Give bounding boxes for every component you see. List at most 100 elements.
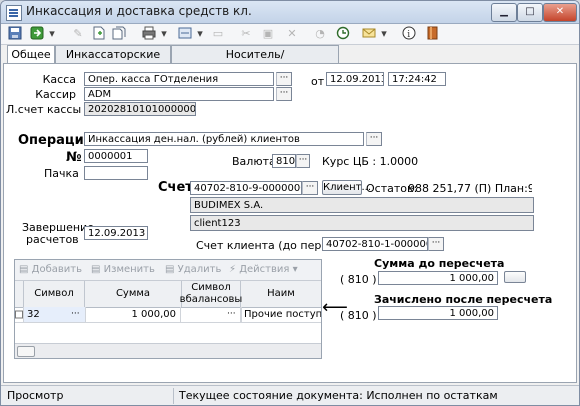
- history-icon[interactable]: [335, 26, 351, 42]
- schet-kassy-label: Л.счет кассы: [6, 103, 82, 116]
- row-symbol2-lookup[interactable]: ···: [227, 307, 242, 322]
- operation-lookup-button[interactable]: ···: [366, 132, 382, 146]
- row-name[interactable]: Прочие поступлен: [241, 307, 321, 322]
- add-icon: ▤: [19, 264, 32, 275]
- grid-header-selector: [15, 281, 24, 307]
- print-icon[interactable]: [141, 26, 157, 42]
- grid-add-button[interactable]: ▤ Добавить: [19, 263, 82, 277]
- forward-icon[interactable]: [29, 26, 45, 42]
- maximize-button[interactable]: □: [517, 3, 543, 22]
- schet-field[interactable]: 40702-810-9-000000000: [190, 181, 302, 195]
- row-symbol-lookup[interactable]: ···: [71, 307, 86, 322]
- save-icon[interactable]: [7, 26, 23, 42]
- tab-general[interactable]: Общее: [7, 45, 55, 64]
- symbols-grid: ▤ Добавить ▤ Изменить ▤ Удалить ⚡ Действ…: [14, 259, 322, 359]
- app-icon: [6, 5, 22, 21]
- close-button[interactable]: ✕: [543, 3, 577, 22]
- schet-label: Счет: [158, 180, 193, 195]
- posle-pereschet-field[interactable]: 1 000,00: [378, 306, 498, 320]
- schet-klienta-lookup-button[interactable]: ···: [428, 237, 444, 251]
- status-bar: Просмотр Текущее состояние документа: Ис…: [1, 385, 579, 405]
- cut-icon[interactable]: ✂: [239, 26, 253, 42]
- table-row[interactable]: 32 ··· 1 000,00 ··· Прочие поступлен: [15, 307, 321, 323]
- grid-header-summa[interactable]: Сумма: [85, 281, 182, 307]
- status-divider: [173, 388, 174, 404]
- kassir-lookup-button[interactable]: ···: [276, 87, 292, 101]
- grid-header-name[interactable]: Наим: [241, 281, 321, 307]
- raschetov-label: расчетов: [26, 233, 79, 246]
- grid-delete-button[interactable]: ▤ Удалить: [165, 263, 221, 277]
- client-button[interactable]: Клиент...: [322, 180, 371, 195]
- title-bar: Инкассация и доставка средств кл. ▁ □ ✕: [1, 1, 579, 24]
- print-menu-icon[interactable]: ▾: [159, 26, 169, 42]
- forward-menu-icon[interactable]: ▾: [47, 26, 57, 42]
- kassir-label: Кассир: [35, 88, 76, 101]
- edit-row-icon: ▤: [91, 264, 104, 275]
- info-icon[interactable]: i: [401, 26, 417, 42]
- zavershenie-field[interactable]: 12.09.2013: [84, 226, 148, 240]
- kassir-field[interactable]: ADM: [84, 87, 274, 101]
- tab-collector-bags[interactable]: Инкассаторские сумки: [55, 45, 171, 78]
- ot-label: от: [311, 75, 325, 88]
- grid-actions-label: Действия: [239, 264, 290, 275]
- schet-klienta-field[interactable]: 40702-810-1-000000000: [322, 237, 428, 251]
- grid-header: Символ Сумма Символ вбалансовы Наим: [15, 281, 321, 308]
- general-panel: Касса Опер. касса ГОтделения ··· Кассир …: [3, 63, 577, 383]
- posle-pereschet-label: Зачислено после пересчета: [374, 293, 553, 306]
- kassa-field[interactable]: Опер. касса ГОтделения: [84, 72, 274, 86]
- do-pereschet-label: Сумма до пересчета: [374, 257, 505, 270]
- export-menu-icon[interactable]: ▾: [195, 26, 205, 42]
- scrollbar-thumb[interactable]: [17, 346, 35, 357]
- grid-add-label: Добавить: [31, 264, 82, 275]
- grid-header-symbol[interactable]: Символ: [24, 281, 85, 307]
- do-pereschet-button[interactable]: [504, 271, 526, 283]
- kassa-lookup-button[interactable]: ···: [276, 72, 292, 86]
- status-document-state: Текущее состояние документа: Исполнен по…: [179, 389, 498, 402]
- edit-icon[interactable]: ✎: [71, 26, 85, 42]
- grid-edit-label: Изменить: [103, 264, 155, 275]
- currency-1-label: ( 810 ): [340, 273, 377, 286]
- client-name-field: BUDIMEX S.A.: [190, 197, 534, 213]
- grid-edit-button[interactable]: ▤ Изменить: [91, 263, 155, 277]
- currency-2-label: ( 810 ): [340, 309, 377, 322]
- mail-menu-icon[interactable]: ▾: [379, 26, 389, 42]
- time-field[interactable]: 17:24:42: [388, 72, 446, 86]
- schet-kassy-field: 20202810101000000001: [84, 102, 196, 116]
- grid-actions-button[interactable]: ⚡ Действия ▾: [229, 263, 298, 277]
- svg-text:i: i: [407, 30, 410, 40]
- tab-carrier-recipient[interactable]: Носитель/Получатель(Физ.лицо): [171, 45, 339, 78]
- cancel-icon[interactable]: ✕: [285, 26, 299, 42]
- mail-icon[interactable]: [361, 26, 377, 42]
- kassa-label: Касса: [42, 73, 76, 86]
- copy-document-icon[interactable]: [111, 26, 127, 42]
- paste-icon[interactable]: ▭: [211, 26, 225, 42]
- export-icon[interactable]: [177, 26, 193, 42]
- valuta-label: Валюта: [232, 155, 276, 168]
- date-field[interactable]: 12.09.2013: [326, 72, 384, 86]
- pachka-field[interactable]: [84, 166, 148, 180]
- kurs-label: Курс ЦБ : 1.0000: [322, 155, 419, 168]
- grid-header-symbol2[interactable]: Символ вбалансовы: [180, 281, 242, 307]
- main-window: Инкассация и доставка средств кл. ▁ □ ✕ …: [0, 0, 580, 406]
- actions-menu-icon: ▾: [289, 264, 298, 275]
- row-checkbox[interactable]: [15, 307, 24, 322]
- number-field[interactable]: 0000001: [84, 149, 148, 163]
- new-document-icon[interactable]: [91, 26, 107, 42]
- delete-icon[interactable]: ▣: [261, 26, 275, 42]
- status-mode: Просмотр: [7, 389, 64, 402]
- ostatok-value: 988 251,77 (П) План:938 251,77: [408, 182, 532, 195]
- row-summa[interactable]: 1 000,00: [85, 307, 181, 322]
- operation-field[interactable]: Инкассация ден.нал. (рублей) клиентов: [84, 132, 364, 146]
- delete-row-icon: ▤: [165, 264, 178, 275]
- schet-lookup-button[interactable]: ···: [302, 181, 318, 195]
- main-toolbar: ▾ ✎ ▾ ▾ ▭ ✂ ▣ ✕ ◔ ▾ i: [1, 24, 579, 45]
- valuta-lookup-button[interactable]: ···: [296, 154, 310, 168]
- do-pereschet-field[interactable]: 1 000,00: [378, 271, 498, 285]
- clock-icon[interactable]: ◔: [313, 26, 327, 42]
- client-login-field: client123: [190, 215, 534, 231]
- grid-horizontal-scrollbar[interactable]: [15, 343, 321, 358]
- minimize-button[interactable]: ▁: [491, 3, 517, 22]
- valuta-field[interactable]: 810: [272, 154, 296, 168]
- grid-delete-label: Удалить: [177, 264, 222, 275]
- exit-icon[interactable]: [425, 26, 441, 42]
